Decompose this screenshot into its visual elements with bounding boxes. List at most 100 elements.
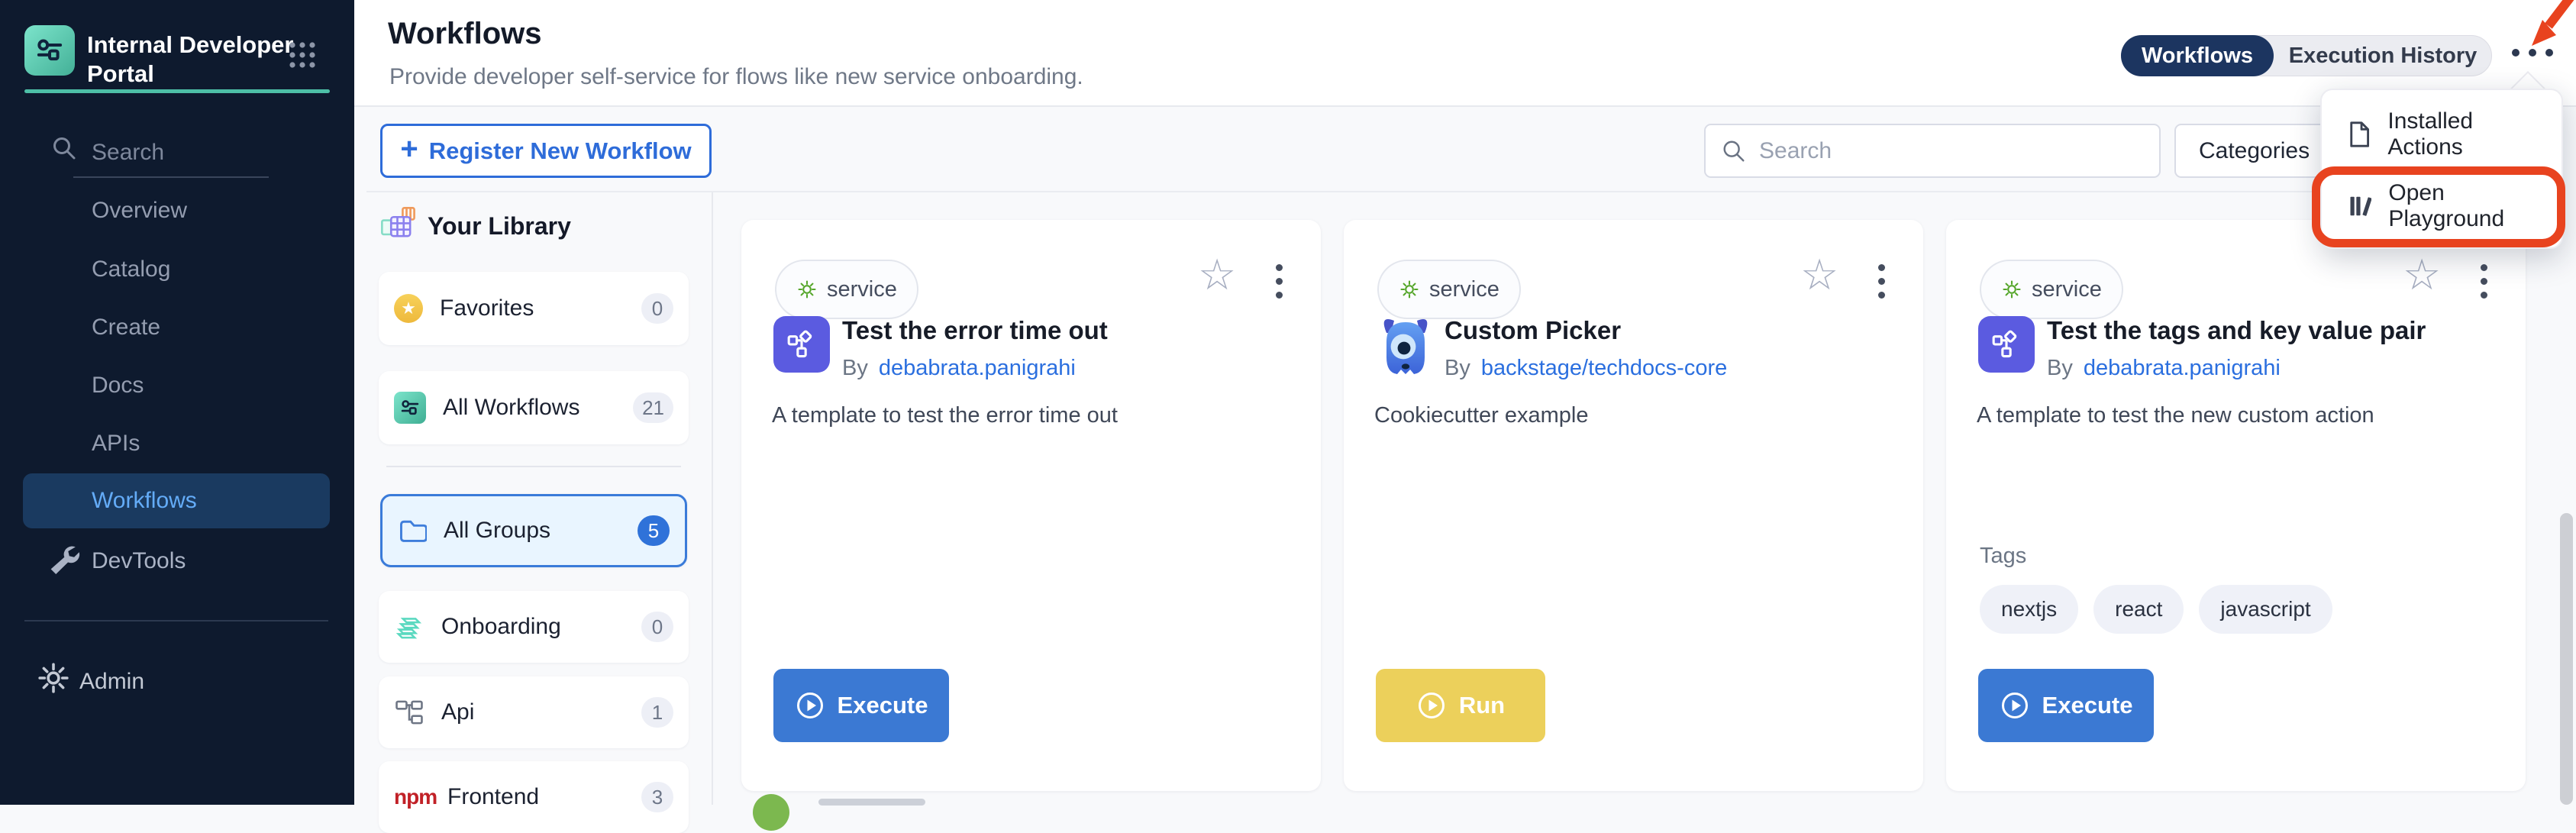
next-section-peek-icon xyxy=(753,794,789,831)
chip-label: service xyxy=(827,277,897,302)
star-circle-icon: ★ xyxy=(394,294,423,323)
chip-label: service xyxy=(2032,277,2102,302)
sidebar-item-apis[interactable]: APIs xyxy=(92,431,140,457)
workflow-card: service ☆ Custom Picker By backstage/tec… xyxy=(1344,220,1923,791)
run-label: Run xyxy=(1459,692,1505,719)
card-more-menu-button[interactable] xyxy=(2481,264,2487,299)
layers-icon xyxy=(394,612,424,642)
all-workflows-label: All Workflows xyxy=(443,395,579,421)
apps-grid-icon[interactable] xyxy=(287,40,318,74)
sidebar-item-workflows-label: Workflows xyxy=(92,488,197,514)
tab-execution-history[interactable]: Execution History xyxy=(2274,35,2492,76)
execute-label: Execute xyxy=(838,692,928,719)
onboarding-label: Onboarding xyxy=(441,614,561,640)
library-item-favorites[interactable]: ★ Favorites 0 xyxy=(379,272,689,345)
sidebar-item-admin[interactable]: Admin xyxy=(79,669,144,695)
group-item-api[interactable]: Api 1 xyxy=(379,676,689,748)
api-label: Api xyxy=(441,699,474,725)
sidebar-item-catalog[interactable]: Catalog xyxy=(92,257,170,283)
register-label: Register New Workflow xyxy=(429,137,692,165)
by-label: By xyxy=(842,356,868,381)
sidebar-item-overview[interactable]: Overview xyxy=(92,198,187,224)
sidebar-item-docs[interactable]: Docs xyxy=(92,373,144,399)
vertical-scrollbar[interactable] xyxy=(2560,513,2573,805)
cubes-icon xyxy=(379,205,418,248)
author-link[interactable]: backstage/techdocs-core xyxy=(1481,356,1727,381)
column-divider xyxy=(712,192,713,805)
card-more-menu-button[interactable] xyxy=(1878,264,1885,299)
sidebar-item-devtools[interactable]: DevTools xyxy=(92,548,186,574)
author-link[interactable]: debabrata.panigrahi xyxy=(879,356,1076,381)
annotation-arrow xyxy=(2516,0,2576,59)
card-description: A template to test the new custom action xyxy=(1977,403,2496,428)
menu-item-installed-actions[interactable]: Installed Actions xyxy=(2322,99,2561,170)
folder-icon xyxy=(398,516,427,545)
author-link[interactable]: debabrata.panigrahi xyxy=(2084,356,2281,381)
library-item-all-workflows[interactable]: All Workflows 21 xyxy=(379,371,689,444)
monster-icon xyxy=(1374,310,1437,381)
by-label: By xyxy=(1445,356,1470,381)
search-input[interactable] xyxy=(1758,137,2127,165)
execute-label: Execute xyxy=(2042,692,2133,719)
service-gear-icon xyxy=(2001,279,2022,300)
card-title: Test the tags and key value pair xyxy=(2047,316,2426,345)
workflow-card: service ☆ Test the tags and key value pa… xyxy=(1946,220,2526,791)
categories-label: Categories xyxy=(2199,138,2310,164)
by-label: By xyxy=(2047,356,2073,381)
all-groups-label: All Groups xyxy=(444,518,550,544)
template-icon xyxy=(1978,316,2035,373)
plus-icon: + xyxy=(400,132,418,166)
execute-button[interactable]: Execute xyxy=(773,669,949,742)
wrench-icon xyxy=(46,539,81,578)
sidebar-search-icon xyxy=(50,134,78,166)
workflow-icon xyxy=(394,392,426,424)
favorite-star-icon[interactable]: ☆ xyxy=(2403,253,2441,296)
sidebar-search[interactable]: Search xyxy=(92,140,164,166)
run-button[interactable]: Run xyxy=(1376,669,1545,742)
tab-workflows[interactable]: Workflows xyxy=(2121,35,2274,76)
execute-button[interactable]: Execute xyxy=(1978,669,2154,742)
onboarding-count-badge: 0 xyxy=(641,612,673,642)
sidebar-divider xyxy=(24,620,328,622)
favorites-count-badge: 0 xyxy=(641,293,673,324)
chip-label: service xyxy=(1429,277,1499,302)
card-more-menu-button[interactable] xyxy=(1276,264,1283,299)
favorite-star-icon[interactable]: ☆ xyxy=(1800,253,1838,296)
register-new-workflow-button[interactable]: + Register New Workflow xyxy=(380,124,712,178)
card-author-row: By backstage/techdocs-core xyxy=(1445,356,1727,381)
app-sidebar: Internal Developer Portal Search Overvie… xyxy=(0,0,354,805)
app-logo xyxy=(24,25,75,76)
group-item-frontend[interactable]: npm Frontend 3 xyxy=(379,761,689,833)
page-subtitle: Provide developer self-service for flows… xyxy=(389,64,1083,90)
kind-chip: service xyxy=(775,260,918,319)
annotation-highlight-ring xyxy=(2312,166,2565,247)
group-item-all-groups[interactable]: All Groups 5 xyxy=(380,494,687,567)
kind-chip: service xyxy=(1980,260,2123,319)
workflow-card: service ☆ Test the error time out By deb… xyxy=(741,220,1321,791)
favorite-star-icon[interactable]: ☆ xyxy=(1198,253,1236,296)
tags-label: Tags xyxy=(1980,544,2026,569)
all-groups-count-badge: 5 xyxy=(638,515,670,546)
sitemap-icon xyxy=(394,697,424,728)
template-icon xyxy=(773,316,830,373)
sidebar-search-underline xyxy=(73,176,269,178)
favorites-label: Favorites xyxy=(440,295,534,321)
play-icon xyxy=(795,690,825,721)
toolbar-divider xyxy=(366,191,2564,192)
card-description: Cookiecutter example xyxy=(1374,403,1893,428)
search-icon xyxy=(1721,138,1747,164)
play-icon xyxy=(1416,690,1447,721)
service-gear-icon xyxy=(1399,279,1420,300)
card-author-row: By debabrata.panigrahi xyxy=(842,356,1076,381)
card-description: A template to test the error time out xyxy=(772,403,1291,428)
group-item-onboarding[interactable]: Onboarding 0 xyxy=(379,591,689,663)
installed-actions-label: Installed Actions xyxy=(2387,108,2536,160)
frontend-count-badge: 3 xyxy=(641,782,673,812)
page-title: Workflows xyxy=(388,17,542,51)
tag-chip: nextjs xyxy=(1980,585,2078,634)
document-icon xyxy=(2348,119,2371,150)
sidebar-item-create[interactable]: Create xyxy=(92,315,160,341)
service-gear-icon xyxy=(796,279,818,300)
sidebar-accent-divider xyxy=(24,89,330,93)
card-author-row: By debabrata.panigrahi xyxy=(2047,356,2281,381)
